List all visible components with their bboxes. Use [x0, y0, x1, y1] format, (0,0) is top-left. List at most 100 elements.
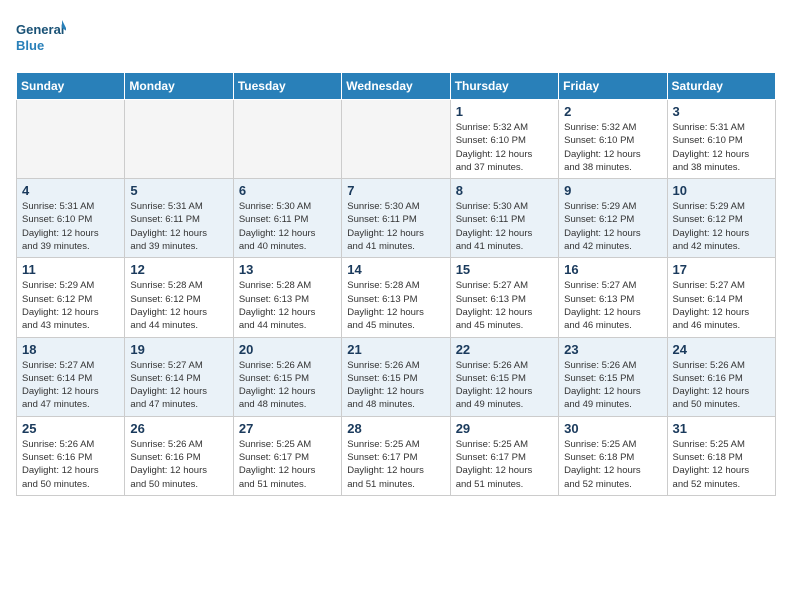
calendar-cell: 4Sunrise: 5:31 AM Sunset: 6:10 PM Daylig… [17, 179, 125, 258]
day-number: 14 [347, 262, 444, 277]
day-info: Sunrise: 5:27 AM Sunset: 6:14 PM Dayligh… [673, 279, 770, 332]
day-info: Sunrise: 5:26 AM Sunset: 6:16 PM Dayligh… [130, 438, 227, 491]
weekday-header-tuesday: Tuesday [233, 73, 341, 100]
day-info: Sunrise: 5:28 AM Sunset: 6:13 PM Dayligh… [239, 279, 336, 332]
day-info: Sunrise: 5:28 AM Sunset: 6:12 PM Dayligh… [130, 279, 227, 332]
day-number: 19 [130, 342, 227, 357]
weekday-header-sunday: Sunday [17, 73, 125, 100]
day-info: Sunrise: 5:25 AM Sunset: 6:18 PM Dayligh… [564, 438, 661, 491]
weekday-header-monday: Monday [125, 73, 233, 100]
svg-text:Blue: Blue [16, 38, 44, 53]
day-number: 23 [564, 342, 661, 357]
calendar-cell [342, 100, 450, 179]
calendar-cell: 2 Sunrise: 5:32 AM Sunset: 6:10 PM Daylig… [559, 100, 667, 179]
day-number: 17 [673, 262, 770, 277]
day-number: 18 [22, 342, 119, 357]
calendar-week-5: 25Sunrise: 5:26 AM Sunset: 6:16 PM Dayli… [17, 416, 776, 495]
day-info: Sunrise: 5:27 AM Sunset: 6:14 PM Dayligh… [22, 359, 119, 412]
day-info: Sunrise: 5:26 AM Sunset: 6:15 PM Dayligh… [347, 359, 444, 412]
day-number: 4 [22, 183, 119, 198]
day-info: Sunrise: 5:31 AM Sunset: 6:11 PM Dayligh… [130, 200, 227, 253]
calendar-cell: 9Sunrise: 5:29 AM Sunset: 6:12 PM Daylig… [559, 179, 667, 258]
day-number: 27 [239, 421, 336, 436]
calendar-cell: 26 Sunrise: 5:26 AM Sunset: 6:16 PM Dayli… [125, 416, 233, 495]
calendar-cell [17, 100, 125, 179]
day-info: Sunrise: 5:27 AM Sunset: 6:14 PM Dayligh… [130, 359, 227, 412]
day-info: Sunrise: 5:27 AM Sunset: 6:13 PM Dayligh… [456, 279, 553, 332]
day-number: 13 [239, 262, 336, 277]
calendar-cell: 18 Sunrise: 5:27 AM Sunset: 6:14 PM Dayli… [17, 337, 125, 416]
day-info: Sunrise: 5:30 AM Sunset: 6:11 PM Dayligh… [347, 200, 444, 253]
calendar-cell: 28 Sunrise: 5:25 AM Sunset: 6:17 PM Dayli… [342, 416, 450, 495]
calendar-cell: 11 Sunrise: 5:29 AM Sunset: 6:12 PM Dayli… [17, 258, 125, 337]
day-info: Sunrise: 5:32 AM Sunset: 6:10 PM Dayligh… [564, 121, 661, 174]
calendar-cell: 21 Sunrise: 5:26 AM Sunset: 6:15 PM Dayli… [342, 337, 450, 416]
day-number: 1 [456, 104, 553, 119]
calendar-cell: 25Sunrise: 5:26 AM Sunset: 6:16 PM Dayli… [17, 416, 125, 495]
day-number: 22 [456, 342, 553, 357]
calendar-cell: 31 Sunrise: 5:25 AM Sunset: 6:18 PM Dayli… [667, 416, 775, 495]
calendar-week-3: 11 Sunrise: 5:29 AM Sunset: 6:12 PM Dayli… [17, 258, 776, 337]
weekday-header-thursday: Thursday [450, 73, 558, 100]
day-info: Sunrise: 5:25 AM Sunset: 6:18 PM Dayligh… [673, 438, 770, 491]
day-number: 21 [347, 342, 444, 357]
day-info: Sunrise: 5:26 AM Sunset: 6:15 PM Dayligh… [456, 359, 553, 412]
day-number: 2 [564, 104, 661, 119]
day-number: 30 [564, 421, 661, 436]
day-number: 26 [130, 421, 227, 436]
calendar-cell: 3 Sunrise: 5:31 AM Sunset: 6:10 PM Daylig… [667, 100, 775, 179]
day-info: Sunrise: 5:26 AM Sunset: 6:15 PM Dayligh… [564, 359, 661, 412]
day-info: Sunrise: 5:28 AM Sunset: 6:13 PM Dayligh… [347, 279, 444, 332]
calendar-cell: 8Sunrise: 5:30 AM Sunset: 6:11 PM Daylig… [450, 179, 558, 258]
day-info: Sunrise: 5:29 AM Sunset: 6:12 PM Dayligh… [673, 200, 770, 253]
weekday-header-wednesday: Wednesday [342, 73, 450, 100]
calendar-cell: 30 Sunrise: 5:25 AM Sunset: 6:18 PM Dayli… [559, 416, 667, 495]
day-number: 20 [239, 342, 336, 357]
page-header: General Blue [16, 16, 776, 60]
calendar-cell: 20 Sunrise: 5:26 AM Sunset: 6:15 PM Dayli… [233, 337, 341, 416]
day-info: Sunrise: 5:30 AM Sunset: 6:11 PM Dayligh… [239, 200, 336, 253]
day-info: Sunrise: 5:26 AM Sunset: 6:16 PM Dayligh… [673, 359, 770, 412]
calendar-cell: 6 Sunrise: 5:30 AM Sunset: 6:11 PM Daylig… [233, 179, 341, 258]
calendar-cell [125, 100, 233, 179]
day-info: Sunrise: 5:29 AM Sunset: 6:12 PM Dayligh… [22, 279, 119, 332]
calendar-cell: 7Sunrise: 5:30 AM Sunset: 6:11 PM Daylig… [342, 179, 450, 258]
calendar-cell: 19 Sunrise: 5:27 AM Sunset: 6:14 PM Dayli… [125, 337, 233, 416]
day-info: Sunrise: 5:29 AM Sunset: 6:12 PM Dayligh… [564, 200, 661, 253]
calendar-cell: 15Sunrise: 5:27 AM Sunset: 6:13 PM Dayli… [450, 258, 558, 337]
day-number: 3 [673, 104, 770, 119]
calendar-week-1: 1 Sunrise: 5:32 AM Sunset: 6:10 PM Daylig… [17, 100, 776, 179]
calendar-cell: 12 Sunrise: 5:28 AM Sunset: 6:12 PM Dayli… [125, 258, 233, 337]
calendar-cell: 10 Sunrise: 5:29 AM Sunset: 6:12 PM Dayli… [667, 179, 775, 258]
calendar-cell [233, 100, 341, 179]
calendar-week-2: 4Sunrise: 5:31 AM Sunset: 6:10 PM Daylig… [17, 179, 776, 258]
day-number: 16 [564, 262, 661, 277]
day-info: Sunrise: 5:31 AM Sunset: 6:10 PM Dayligh… [673, 121, 770, 174]
day-info: Sunrise: 5:25 AM Sunset: 6:17 PM Dayligh… [456, 438, 553, 491]
calendar-cell: 27Sunrise: 5:25 AM Sunset: 6:17 PM Dayli… [233, 416, 341, 495]
logo-svg: General Blue [16, 16, 66, 60]
day-number: 6 [239, 183, 336, 198]
calendar-cell: 22 Sunrise: 5:26 AM Sunset: 6:15 PM Dayli… [450, 337, 558, 416]
day-number: 8 [456, 183, 553, 198]
day-number: 11 [22, 262, 119, 277]
day-info: Sunrise: 5:25 AM Sunset: 6:17 PM Dayligh… [347, 438, 444, 491]
day-info: Sunrise: 5:32 AM Sunset: 6:10 PM Dayligh… [456, 121, 553, 174]
day-number: 5 [130, 183, 227, 198]
calendar-cell: 23 Sunrise: 5:26 AM Sunset: 6:15 PM Dayli… [559, 337, 667, 416]
day-number: 10 [673, 183, 770, 198]
day-number: 31 [673, 421, 770, 436]
calendar-cell: 13 Sunrise: 5:28 AM Sunset: 6:13 PM Dayli… [233, 258, 341, 337]
day-info: Sunrise: 5:26 AM Sunset: 6:15 PM Dayligh… [239, 359, 336, 412]
day-number: 28 [347, 421, 444, 436]
calendar-table: SundayMondayTuesdayWednesdayThursdayFrid… [16, 72, 776, 496]
day-info: Sunrise: 5:27 AM Sunset: 6:13 PM Dayligh… [564, 279, 661, 332]
calendar-week-4: 18 Sunrise: 5:27 AM Sunset: 6:14 PM Dayli… [17, 337, 776, 416]
calendar-header-row: SundayMondayTuesdayWednesdayThursdayFrid… [17, 73, 776, 100]
weekday-header-saturday: Saturday [667, 73, 775, 100]
logo: General Blue [16, 16, 66, 60]
day-info: Sunrise: 5:26 AM Sunset: 6:16 PM Dayligh… [22, 438, 119, 491]
day-number: 24 [673, 342, 770, 357]
day-number: 12 [130, 262, 227, 277]
calendar-cell: 17 Sunrise: 5:27 AM Sunset: 6:14 PM Dayli… [667, 258, 775, 337]
